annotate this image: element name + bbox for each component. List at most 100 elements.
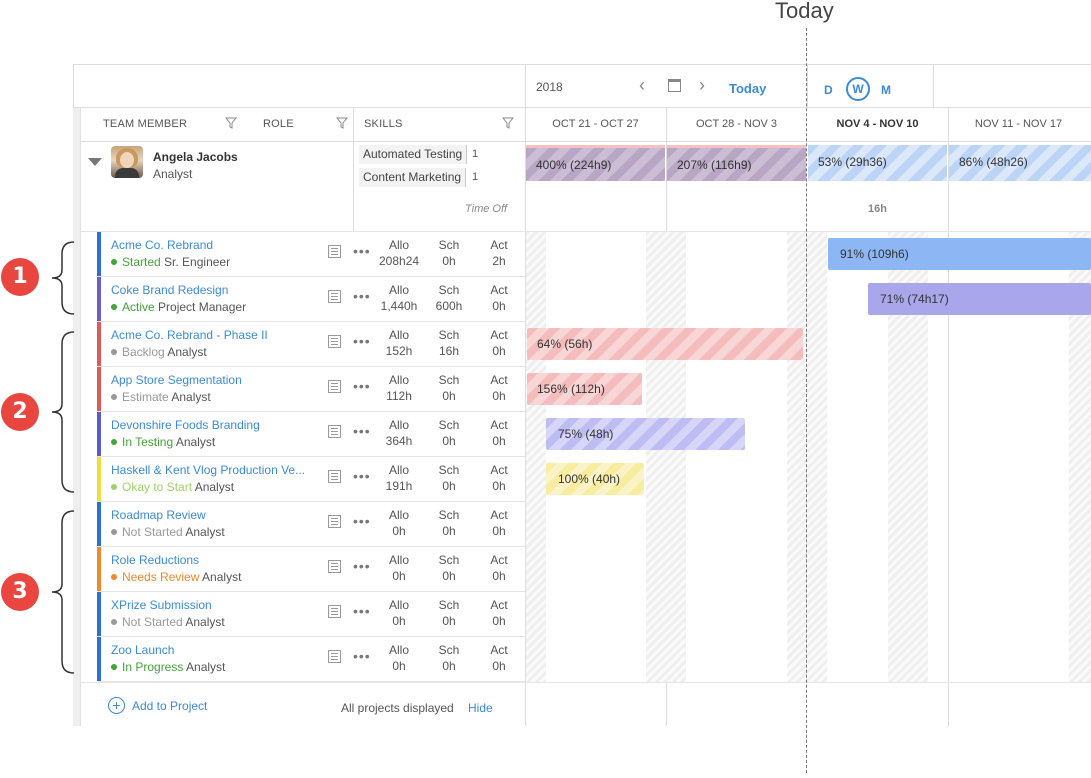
collapse-caret-icon[interactable]	[88, 158, 102, 166]
notes-icon[interactable]	[328, 380, 341, 393]
project-status: In Progress Analyst	[111, 660, 225, 674]
calendar-icon[interactable]	[668, 79, 681, 92]
more-options-icon[interactable]: •••	[353, 333, 371, 349]
metric-value-sch: 600h	[435, 299, 463, 313]
more-options-icon[interactable]: •••	[353, 558, 371, 574]
metric-label: Sch	[438, 373, 460, 387]
add-icon[interactable]: +	[108, 697, 125, 714]
project-color-bar	[97, 637, 101, 681]
divider	[353, 108, 354, 232]
more-options-icon[interactable]: •••	[353, 378, 371, 394]
project-role: Project Manager	[158, 300, 247, 314]
more-options-icon[interactable]: •••	[353, 288, 371, 304]
summary-bar[interactable]: 86% (48h26)	[949, 145, 1091, 181]
today-button[interactable]: Today	[729, 81, 766, 96]
project-role: Analyst	[186, 660, 226, 674]
allocation-bar[interactable]: 71% (74h17)	[868, 283, 1091, 315]
project-color-bar	[97, 547, 101, 591]
member-name[interactable]: Angela Jacobs	[153, 150, 238, 164]
project-color-bar	[97, 232, 101, 276]
project-name-link[interactable]: App Store Segmentation	[111, 373, 242, 387]
project-row[interactable]: Acme Co. Rebrand Started Sr. Engineer ••• A…	[97, 232, 525, 277]
project-row[interactable]: Acme Co. Rebrand - Phase II Backlog Analy…	[97, 322, 525, 367]
summary-bar[interactable]: 53% (29h36)	[808, 145, 947, 181]
project-name-link[interactable]: Coke Brand Redesign	[111, 283, 228, 297]
project-name-link[interactable]: Haskell & Kent Vlog Production Ve...	[111, 463, 305, 477]
summary-bar[interactable]: 400% (224h9)	[526, 145, 665, 181]
filter-icon[interactable]	[225, 117, 237, 129]
project-row[interactable]: Zoo Launch In Progress Analyst ••• Allo 0h Sc…	[97, 637, 525, 682]
project-row[interactable]: XPrize Submission Not Started Analyst ••• A…	[97, 592, 525, 637]
notes-icon[interactable]	[328, 425, 341, 438]
notes-icon[interactable]	[328, 470, 341, 483]
project-row[interactable]: Devonshire Foods Branding In Testing Anal…	[97, 412, 525, 457]
metric-value-allo: 364h	[385, 434, 413, 448]
role-column-header[interactable]: ROLE	[263, 118, 294, 130]
more-options-icon[interactable]: •••	[353, 423, 371, 439]
allocation-bar[interactable]: 75% (48h)	[546, 418, 745, 450]
allocation-bar[interactable]: 91% (109h6)	[828, 238, 1091, 270]
today-marker-line	[806, 28, 807, 773]
metric-label: Allo	[388, 328, 409, 342]
project-row[interactable]: Roadmap Review Not Started Analyst ••• Allo…	[97, 502, 525, 547]
project-role: Analyst	[167, 345, 207, 359]
prev-period-button[interactable]: ‹	[639, 76, 645, 94]
metric-label: Sch	[438, 643, 460, 657]
next-period-button[interactable]: ›	[699, 76, 705, 94]
notes-icon[interactable]	[328, 515, 341, 528]
metric-value-act: 0h	[492, 389, 506, 403]
project-row[interactable]: Role Reductions Needs Review Analyst ••• Al…	[97, 547, 525, 592]
metric-label: Sch	[438, 283, 460, 297]
status-label: Needs Review	[122, 570, 200, 584]
project-name-link[interactable]: Zoo Launch	[111, 643, 174, 657]
project-role: Analyst	[171, 390, 211, 404]
allocation-bar[interactable]: 64% (56h)	[527, 328, 803, 360]
more-options-icon[interactable]: •••	[353, 513, 371, 529]
zoom-month-button[interactable]: M	[881, 83, 891, 97]
metric-label: Allo	[388, 463, 409, 477]
notes-icon[interactable]	[328, 245, 341, 258]
team-member-column-header[interactable]: TEAM MEMBER	[103, 118, 187, 130]
notes-icon[interactable]	[328, 650, 341, 663]
project-role: Analyst	[185, 525, 225, 539]
metric-label: Act	[490, 328, 508, 342]
filter-icon[interactable]	[336, 117, 348, 129]
project-name-link[interactable]: Acme Co. Rebrand	[111, 238, 213, 252]
metric-label: Sch	[438, 463, 460, 477]
metric-label: Act	[490, 418, 508, 432]
more-options-icon[interactable]: •••	[353, 648, 371, 664]
notes-icon[interactable]	[328, 335, 341, 348]
notes-icon[interactable]	[328, 560, 341, 573]
project-status: Active Project Manager	[111, 300, 246, 314]
project-row[interactable]: Haskell & Kent Vlog Production Ve... Okay…	[97, 457, 525, 502]
hide-link[interactable]: Hide	[468, 701, 493, 715]
metric-value-act: 0h	[492, 614, 506, 628]
status-label: Not Started	[122, 525, 183, 539]
allocation-bar[interactable]: 156% (112h)	[527, 373, 642, 405]
summary-bar[interactable]: 207% (116h9)	[667, 145, 806, 181]
project-name-link[interactable]: XPrize Submission	[111, 598, 212, 612]
project-row[interactable]: Coke Brand Redesign Active Project Manage…	[97, 277, 525, 322]
zoom-day-button[interactable]: D	[824, 83, 833, 97]
project-name-link[interactable]: Roadmap Review	[111, 508, 206, 522]
project-name-link[interactable]: Acme Co. Rebrand - Phase II	[111, 328, 268, 342]
add-to-project-link[interactable]: Add to Project	[132, 699, 207, 713]
allocation-bar[interactable]: 100% (40h)	[546, 463, 644, 495]
more-options-icon[interactable]: •••	[353, 243, 371, 259]
project-name-link[interactable]: Devonshire Foods Branding	[111, 418, 260, 432]
status-label: Estimate	[122, 390, 169, 404]
skills-column-header[interactable]: SKILLS	[364, 118, 403, 130]
project-row[interactable]: App Store Segmentation Estimate Analyst ••…	[97, 367, 525, 412]
status-label: Okay to Start	[122, 480, 193, 494]
callout-brace	[51, 510, 75, 674]
zoom-week-button[interactable]: W	[846, 77, 870, 101]
more-options-icon[interactable]: •••	[353, 603, 371, 619]
week-header: OCT 21 - OCT 27	[552, 118, 639, 130]
notes-icon[interactable]	[328, 605, 341, 618]
filter-icon[interactable]	[502, 117, 514, 129]
metric-value-act: 0h	[492, 659, 506, 673]
more-options-icon[interactable]: •••	[353, 468, 371, 484]
project-name-link[interactable]: Role Reductions	[111, 553, 199, 567]
notes-icon[interactable]	[328, 290, 341, 303]
status-dot-icon	[111, 664, 117, 670]
